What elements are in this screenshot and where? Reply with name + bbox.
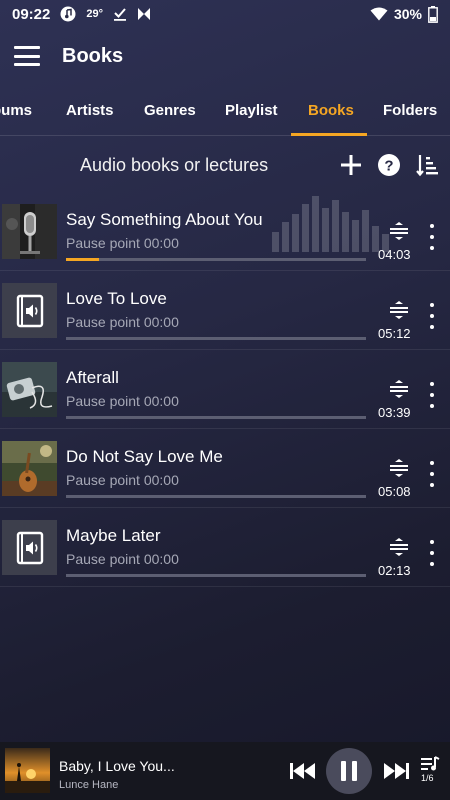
pause-point: Pause point 00:00 [66,393,179,409]
tab-folders[interactable]: Folders [383,102,437,119]
pause-icon [341,761,357,781]
hamburger-menu-icon[interactable] [14,46,40,66]
tab-playlist[interactable]: Playlist [225,102,278,119]
book-title: Love To Love [66,289,167,308]
drag-handle-icon[interactable] [389,380,409,398]
app-logo-icon [137,7,151,21]
guitar-image [2,441,57,496]
book-thumbnail [2,362,57,417]
more-options-icon[interactable] [426,461,438,487]
book-thumbnail [2,204,57,259]
mini-player[interactable]: Baby, I Love You... Lunce Hane 1/6 [0,742,450,800]
tab-artists[interactable]: Artists [66,102,114,119]
page-title: Books [62,44,124,67]
drag-handle-icon[interactable] [389,538,409,556]
progress-bar[interactable] [66,258,366,261]
svg-text:?: ? [384,158,393,175]
tab-bar: bums Artists Genres Playlist Books Folde… [0,88,450,136]
book-thumbnail [2,283,57,338]
active-tab-indicator [291,133,367,136]
book-title: Maybe Later [66,526,161,545]
book-title: Say Something About You [66,210,263,229]
help-icon[interactable]: ? [376,152,402,178]
more-options-icon[interactable] [426,224,438,250]
pause-point: Pause point 00:00 [66,472,179,488]
book-thumbnail [2,441,57,496]
progress-bar[interactable] [66,416,366,419]
equalizer-background [272,196,389,252]
sunset-image [5,748,50,793]
list-item[interactable]: Love To Love Pause point 00:00 05:12 [0,271,450,350]
duration: 04:03 [378,247,411,262]
list-item[interactable]: Afterall Pause point 00:00 03:39 [0,350,450,429]
duration: 03:39 [378,405,411,420]
pause-point: Pause point 00:00 [66,551,179,567]
book-thumbnail [2,520,57,575]
book-title: Do Not Say Love Me [66,447,223,466]
download-done-icon [113,7,127,21]
add-icon[interactable] [338,152,364,178]
wifi-icon [370,7,388,21]
microphone-image [2,204,57,259]
status-bar: 09:22 29° 30% [0,0,450,28]
progress-bar[interactable] [66,337,366,340]
pause-button[interactable] [326,748,372,794]
queue-icon[interactable] [420,756,440,772]
drag-handle-icon[interactable] [389,459,409,477]
section-header: Audio books or lectures ? [0,146,450,186]
more-options-icon[interactable] [426,382,438,408]
progress-bar[interactable] [66,495,366,498]
book-list: Say Something About You Pause point 00:0… [0,192,450,587]
sort-icon[interactable] [414,152,440,178]
now-playing-artwork[interactable] [5,748,50,793]
list-item[interactable]: Say Something About You Pause point 00:0… [0,192,450,271]
more-options-icon[interactable] [426,303,438,329]
status-time: 09:22 [12,5,51,23]
list-item[interactable]: Maybe Later Pause point 00:00 02:13 [0,508,450,587]
duration: 05:08 [378,484,411,499]
app-header: Books [0,32,450,80]
music-note-icon [60,6,76,22]
more-options-icon[interactable] [426,540,438,566]
skip-previous-icon[interactable] [289,760,317,782]
drag-handle-icon[interactable] [389,301,409,319]
battery-icon [428,5,438,23]
music-player-image [2,362,57,417]
tab-genres[interactable]: Genres [144,102,196,119]
drag-handle-icon[interactable] [389,222,409,240]
now-playing-title[interactable]: Baby, I Love You... [59,758,175,774]
audiobook-icon [16,294,43,327]
now-playing-artist: Lunce Hane [59,779,119,791]
book-title: Afterall [66,368,119,387]
status-temperature: 29° [86,8,104,20]
progress-bar[interactable] [66,574,366,577]
duration: 02:13 [378,563,411,578]
progress-fill [66,258,99,261]
audiobook-icon [16,531,43,564]
skip-next-icon[interactable] [382,760,410,782]
battery-percent: 30% [393,6,422,22]
section-title: Audio books or lectures [80,155,269,175]
tab-books[interactable]: Books [308,102,354,119]
pause-point: Pause point 00:00 [66,314,179,330]
queue-count: 1/6 [421,773,434,783]
tab-albums[interactable]: bums [0,102,32,119]
pause-point: Pause point 00:00 [66,235,179,251]
duration: 05:12 [378,326,411,341]
list-item[interactable]: Do Not Say Love Me Pause point 00:00 05:… [0,429,450,508]
